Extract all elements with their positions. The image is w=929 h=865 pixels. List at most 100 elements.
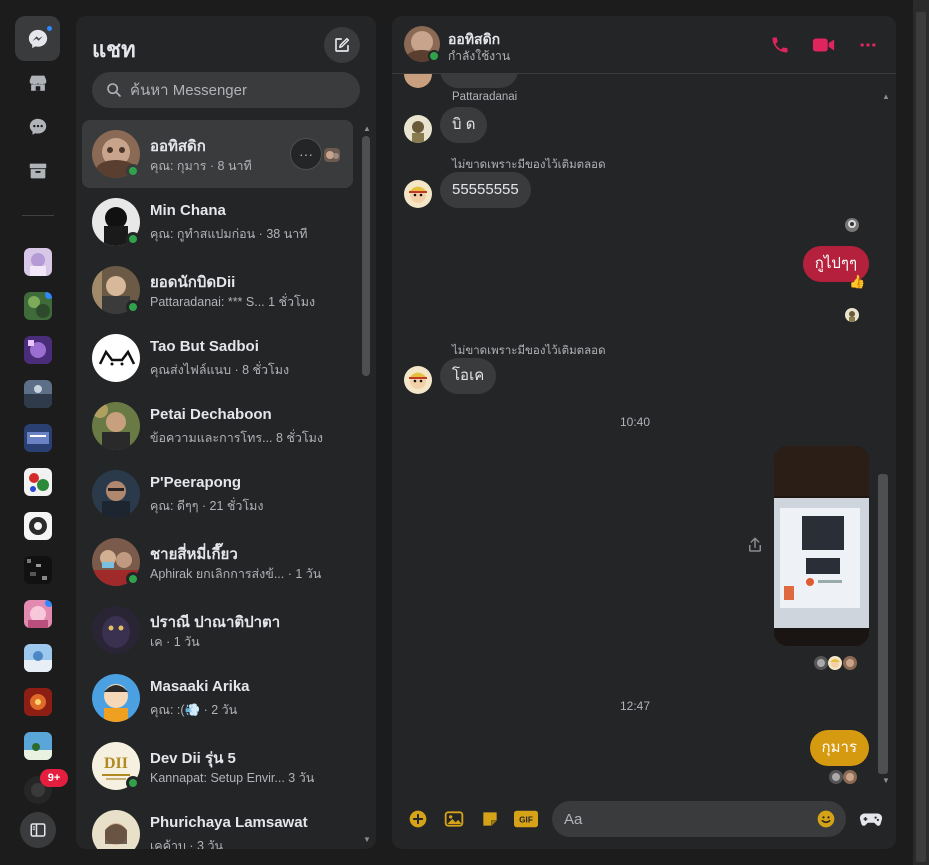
archive-nav-button[interactable] <box>15 148 60 193</box>
conversation-item[interactable]: Tao But Sadboi คุณส่งไฟล์แนบ · 8 ชั่วโมง <box>82 324 353 392</box>
search-bar[interactable] <box>92 72 360 108</box>
outgoing-message-bubble[interactable]: กุมาร <box>809 730 869 766</box>
search-input[interactable] <box>130 81 350 99</box>
conversation-preview: Pattaradanai: *** S... 1 ชั่วโมง <box>150 295 316 309</box>
chat-list-title: แชท <box>92 37 136 62</box>
voice-call-button[interactable] <box>767 32 793 58</box>
conversation-preview: Aphirak ยกเลิกการส่งข้... · 1 วัน <box>150 567 322 581</box>
attach-photo-button[interactable] <box>443 808 465 830</box>
message-bubble[interactable]: 55555555 <box>440 172 531 208</box>
message-input-container[interactable] <box>552 801 846 837</box>
rail-divider <box>22 215 54 216</box>
conversation-preview: ข้อความและการโทร... 8 ชั่วโมง <box>150 431 323 445</box>
conversation-item[interactable]: ยอดนักบิดDii Pattaradanai: *** S... 1 ชั… <box>82 256 353 324</box>
community-avatar[interactable] <box>24 248 52 276</box>
conversation-item[interactable]: Min Chana คุณ: กูทำสแปมก่อน · 38 นาที <box>82 188 353 256</box>
community-avatar[interactable] <box>24 292 52 320</box>
read-receipt-avatar <box>829 770 843 784</box>
gif-icon: GIF <box>514 810 538 828</box>
avatar <box>404 366 432 394</box>
conversation-name: ออทิสดิก <box>150 138 206 155</box>
community-avatar[interactable] <box>24 732 52 760</box>
scroll-down-arrow[interactable]: ▼ <box>363 835 371 844</box>
message-bubble[interactable] <box>440 74 518 88</box>
conversation-item[interactable]: P'Peerapong คุณ: ดีๆๆ · 21 ชั่วโมง <box>82 460 353 528</box>
conversation-item[interactable]: ปราณี ปาณาติปาตา เค · 1 วัน <box>82 596 353 664</box>
community-avatar[interactable] <box>24 600 52 628</box>
phone-icon <box>772 37 788 53</box>
sticker-button[interactable] <box>479 808 501 830</box>
share-button[interactable] <box>746 536 764 559</box>
gif-button[interactable]: GIF <box>513 808 539 830</box>
avatar <box>92 810 140 849</box>
community-avatar[interactable] <box>24 644 52 672</box>
emoji-button[interactable] <box>816 809 836 834</box>
community-avatar[interactable] <box>24 380 52 408</box>
message-requests-nav-button[interactable] <box>15 104 60 149</box>
read-receipt-avatar <box>828 656 842 670</box>
chat-list-panel: แชท ออทิสดิก คุณ: กุมาร · 8 นาที ··· Min… <box>76 16 376 849</box>
left-rail: 9+ <box>0 0 76 865</box>
search-icon <box>107 83 121 97</box>
more-options-icon <box>860 43 876 47</box>
conversation-options-button[interactable]: ··· <box>290 138 322 170</box>
message-input[interactable] <box>564 801 804 837</box>
seen-avatar <box>324 148 340 162</box>
message-bubble[interactable]: บิ ด <box>440 107 488 143</box>
conversation-name: Petai Dechaboon <box>150 406 272 423</box>
community-avatar[interactable] <box>24 556 52 584</box>
chats-nav-button[interactable] <box>15 16 60 61</box>
more-actions-button[interactable] <box>407 808 429 830</box>
conversation-item[interactable]: DII Dev Dii รุ่น 5 Kannapat: Setup Envir… <box>82 732 353 800</box>
scroll-down-arrow[interactable]: ▼ <box>882 776 890 785</box>
community-avatar[interactable] <box>24 424 52 452</box>
avatar <box>404 74 432 88</box>
avatar <box>404 180 432 208</box>
conversation-name: ชายสี่หมี่เกี๊ยว <box>150 546 238 563</box>
read-receipt-avatar <box>845 308 859 322</box>
community-avatar[interactable] <box>24 336 52 364</box>
unread-dot <box>45 24 54 33</box>
game-controller-icon <box>859 813 883 826</box>
scroll-up-arrow[interactable]: ▲ <box>363 124 371 133</box>
sticker-icon <box>483 812 497 826</box>
chat-list-scrollbar[interactable] <box>362 136 370 376</box>
svg-text:DII: DII <box>104 755 128 772</box>
avatar <box>92 606 140 654</box>
online-indicator <box>126 572 140 586</box>
conversation-item[interactable]: Masaaki Arika คุณ: :(💨 · 2 วัน <box>82 664 353 732</box>
conversation-item[interactable]: Phurichaya Lamsawat เคค้าบ · 3 วัน <box>82 800 353 849</box>
avatar <box>92 334 140 382</box>
plus-circle-icon <box>409 810 427 828</box>
play-game-button[interactable] <box>858 808 884 830</box>
new-message-button[interactable] <box>324 27 360 63</box>
conversation-item[interactable]: ชายสี่หมี่เกี๊ยว Aphirak ยกเลิกการส่งข้.… <box>82 528 353 596</box>
community-avatar[interactable] <box>24 468 52 496</box>
conversation-item[interactable]: ออทิสดิก คุณ: กุมาร · 8 นาที ··· <box>82 120 353 188</box>
conversation-name: Masaaki Arika <box>150 678 250 695</box>
video-camera-icon <box>812 38 835 52</box>
avatar <box>404 115 432 143</box>
toggle-sidebar-button[interactable] <box>20 812 56 848</box>
more-icon: ··· <box>299 146 313 162</box>
conversation-name: Tao But Sadboi <box>150 338 259 355</box>
conversation-info-button[interactable] <box>855 32 881 58</box>
read-receipt-avatar <box>814 656 828 670</box>
conversation-panel: ออทิสดิก กำลังใช้งาน Pattaradanai บิ ด ไ… <box>392 16 896 849</box>
community-avatar[interactable] <box>24 688 52 716</box>
conversation-preview: Kannapat: Setup Envir... 3 วัน <box>150 771 315 785</box>
video-call-button[interactable] <box>811 32 837 58</box>
community-avatar[interactable] <box>24 512 52 540</box>
scroll-up-arrow[interactable]: ▲ <box>882 92 890 101</box>
conversation-name: P'Peerapong <box>150 474 242 491</box>
conversation-header: ออทิสดิก กำลังใช้งาน <box>392 16 896 74</box>
conversation-item[interactable]: Petai Dechaboon ข้อความและการโทร... 8 ชั… <box>82 392 353 460</box>
window-scrollbar-thumb[interactable] <box>916 12 926 862</box>
marketplace-nav-button[interactable] <box>15 60 60 105</box>
message-list-scrollbar[interactable] <box>878 474 888 774</box>
image-icon <box>444 811 464 827</box>
svg-text:GIF: GIF <box>519 815 533 825</box>
photo-attachment[interactable] <box>774 446 869 646</box>
message-reaction[interactable]: 👍 <box>849 274 865 290</box>
message-bubble[interactable]: โอเค <box>440 358 497 394</box>
